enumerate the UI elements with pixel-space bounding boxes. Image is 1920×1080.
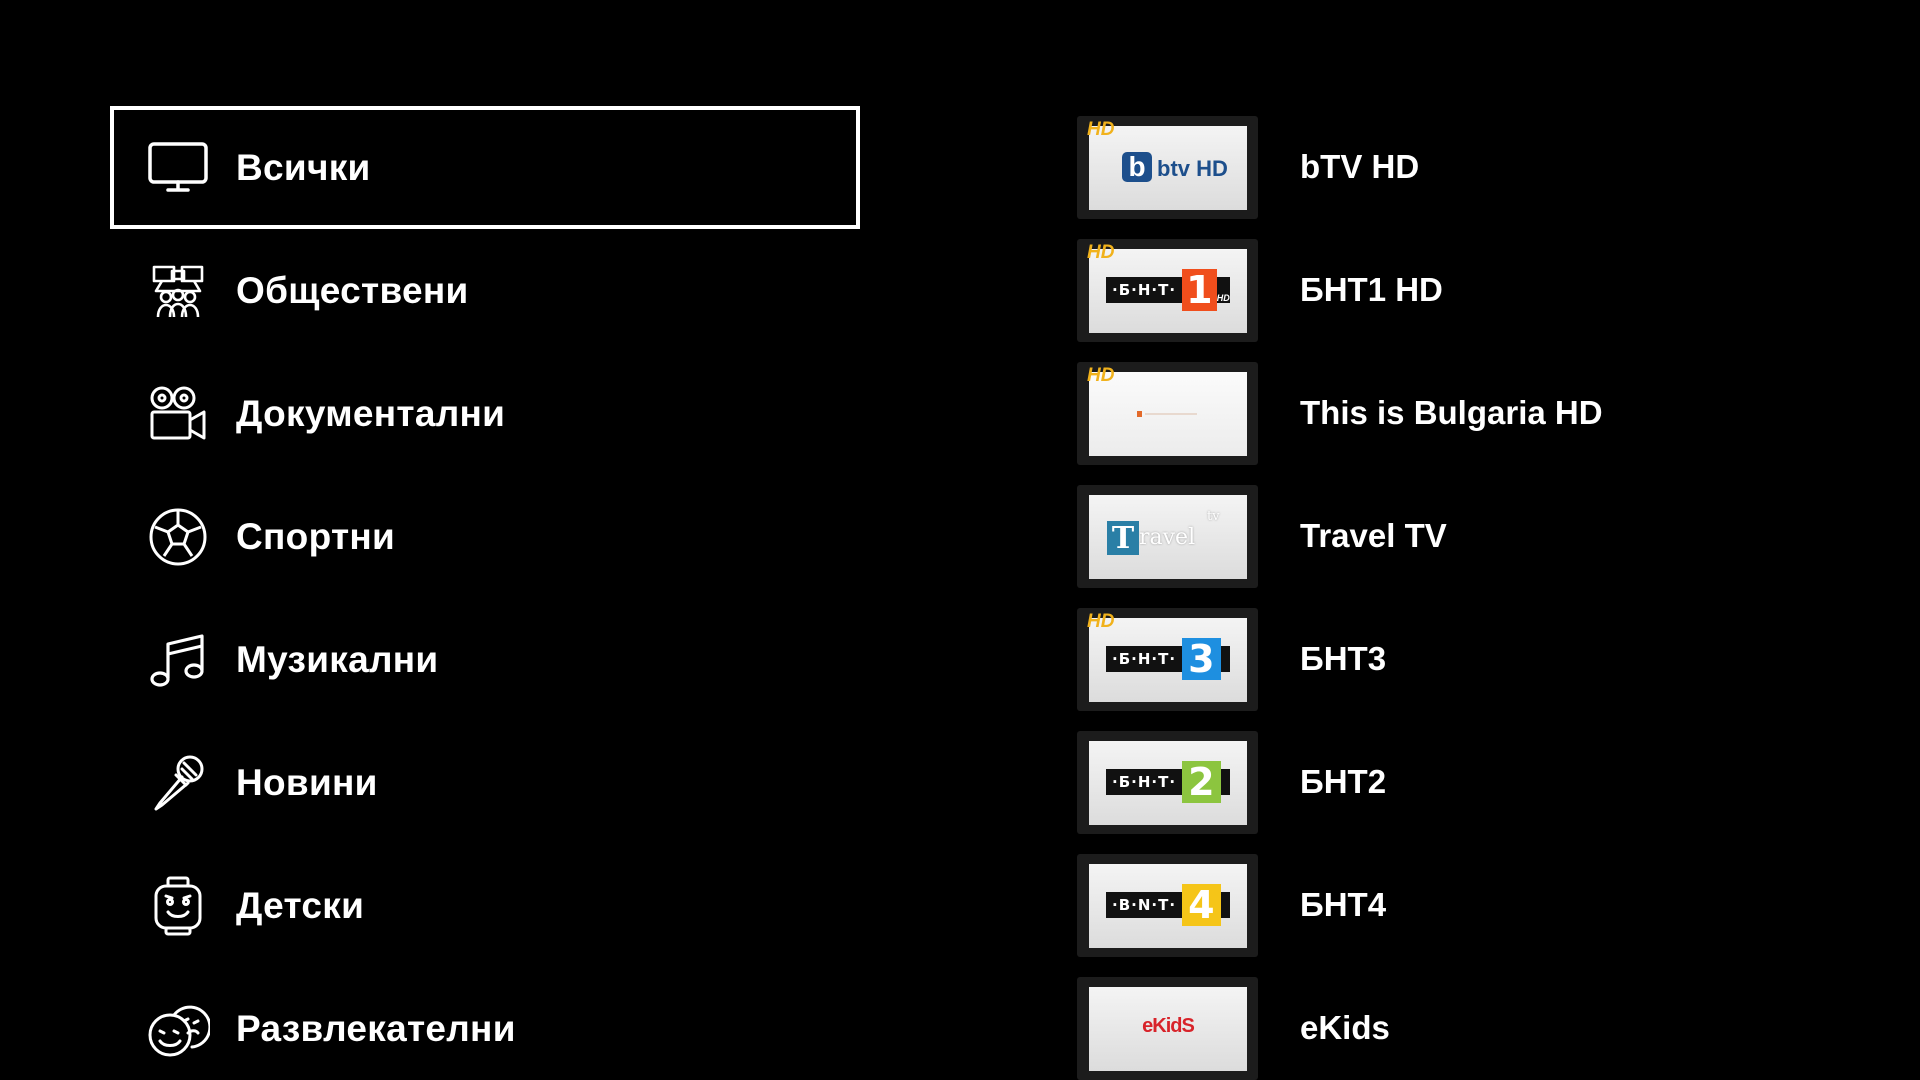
channel-logo: eKidS (1077, 977, 1258, 1080)
channel-item-btv-hd[interactable]: HD b btv HD bTV HD (1077, 116, 1857, 239)
ekids-logo-text: eKidS (1142, 1015, 1195, 1037)
category-label: Всички (236, 146, 371, 188)
hd-badge: HD (1087, 119, 1115, 140)
bnt-logo-number: 1 (1182, 268, 1217, 312)
tv-icon (146, 136, 210, 200)
category-item-kids[interactable]: Детски (110, 844, 860, 967)
film-camera-icon (146, 382, 210, 446)
category-label: Новини (236, 761, 378, 803)
travel-logo-letter: T (1107, 521, 1139, 556)
soccer-ball-icon (146, 505, 210, 569)
theater-masks-icon (146, 997, 210, 1061)
category-label: Спортни (236, 515, 396, 557)
community-icon (146, 259, 210, 323)
btv-logo-text: btv HD (1157, 156, 1228, 181)
music-note-icon (146, 628, 210, 692)
category-label: Обществени (236, 269, 469, 311)
hd-badge: HD (1087, 365, 1115, 386)
channel-list: HD b btv HD bTV HD HD ·Б·Н·Т· 1 HD БНТ1 … (1077, 116, 1857, 1080)
category-item-news[interactable]: Новини (110, 721, 860, 844)
channel-item-bnt3[interactable]: HD ·Б·Н·Т· 3 БНТ3 (1077, 608, 1857, 731)
channel-name: БНТ3 (1300, 640, 1387, 677)
btv-logo-letter: b (1122, 151, 1152, 182)
hd-badge: HD (1087, 242, 1115, 263)
category-label: Развлекателни (236, 1007, 516, 1049)
channel-logo: HD ·Б·Н·Т· 3 (1077, 608, 1258, 711)
category-item-all[interactable]: Всички (110, 106, 860, 229)
hd-badge: HD (1087, 611, 1115, 632)
channel-logo: ·B·N·T· 4 (1077, 854, 1258, 957)
bnt-logo-hd: HD (1216, 277, 1230, 303)
channel-logo: T ravel tv (1077, 485, 1258, 588)
bnt-logo-number: 4 (1182, 883, 1221, 927)
channel-name: Travel TV (1300, 517, 1447, 554)
channel-name: БНТ4 (1300, 886, 1387, 923)
channel-item-travel-tv[interactable]: T ravel tv Travel TV (1077, 485, 1857, 608)
channel-name: БНТ1 HD (1300, 271, 1443, 308)
toy-face-icon (146, 874, 210, 938)
channel-item-bnt2[interactable]: ·Б·Н·Т· 2 БНТ2 (1077, 731, 1857, 854)
channel-item-ekids[interactable]: eKidS eKids (1077, 977, 1857, 1080)
bulgaria-logo-line (1145, 413, 1197, 415)
category-label: Музикални (236, 638, 439, 680)
channel-logo: ·Б·Н·Т· 2 (1077, 731, 1258, 834)
bnt-logo-number: 3 (1182, 637, 1221, 681)
category-label: Документални (236, 392, 506, 434)
tv-channel-browser: Всички Обществени Документални Спортни М… (0, 0, 1920, 1080)
channel-item-this-is-bulgaria-hd[interactable]: HD This is Bulgaria HD (1077, 362, 1857, 485)
travel-logo-text: ravel (1139, 525, 1196, 550)
channel-name: bTV HD (1300, 148, 1420, 185)
category-item-sports[interactable]: Спортни (110, 475, 860, 598)
category-label: Детски (236, 884, 365, 926)
channel-logo: HD ·Б·Н·Т· 1 HD (1077, 239, 1258, 342)
category-item-entertainment[interactable]: Развлекателни (110, 967, 860, 1080)
bulgaria-logo-mark (1137, 411, 1142, 417)
channel-name: eKids (1300, 1009, 1390, 1046)
category-item-documentary[interactable]: Документални (110, 352, 860, 475)
channel-logo: HD b btv HD (1077, 116, 1258, 219)
microphone-icon (146, 751, 210, 815)
travel-logo-suffix: tv (1207, 509, 1220, 524)
channel-logo: HD (1077, 362, 1258, 465)
channel-item-bnt4[interactable]: ·B·N·T· 4 БНТ4 (1077, 854, 1857, 977)
bnt-logo-text: ·Б·Н·Т· (1106, 646, 1183, 672)
bnt-logo-number: 2 (1182, 760, 1221, 804)
category-item-public[interactable]: Обществени (110, 229, 860, 352)
channel-item-bnt1-hd[interactable]: HD ·Б·Н·Т· 1 HD БНТ1 HD (1077, 239, 1857, 362)
channel-name: This is Bulgaria HD (1300, 394, 1603, 431)
bnt-logo-text: ·B·N·T· (1106, 892, 1183, 918)
bnt-logo-text: ·Б·Н·Т· (1106, 769, 1183, 795)
channel-name: БНТ2 (1300, 763, 1387, 800)
category-item-music[interactable]: Музикални (110, 598, 860, 721)
category-list: Всички Обществени Документални Спортни М… (110, 106, 860, 1080)
bnt-logo-text: ·Б·Н·Т· (1106, 277, 1183, 303)
